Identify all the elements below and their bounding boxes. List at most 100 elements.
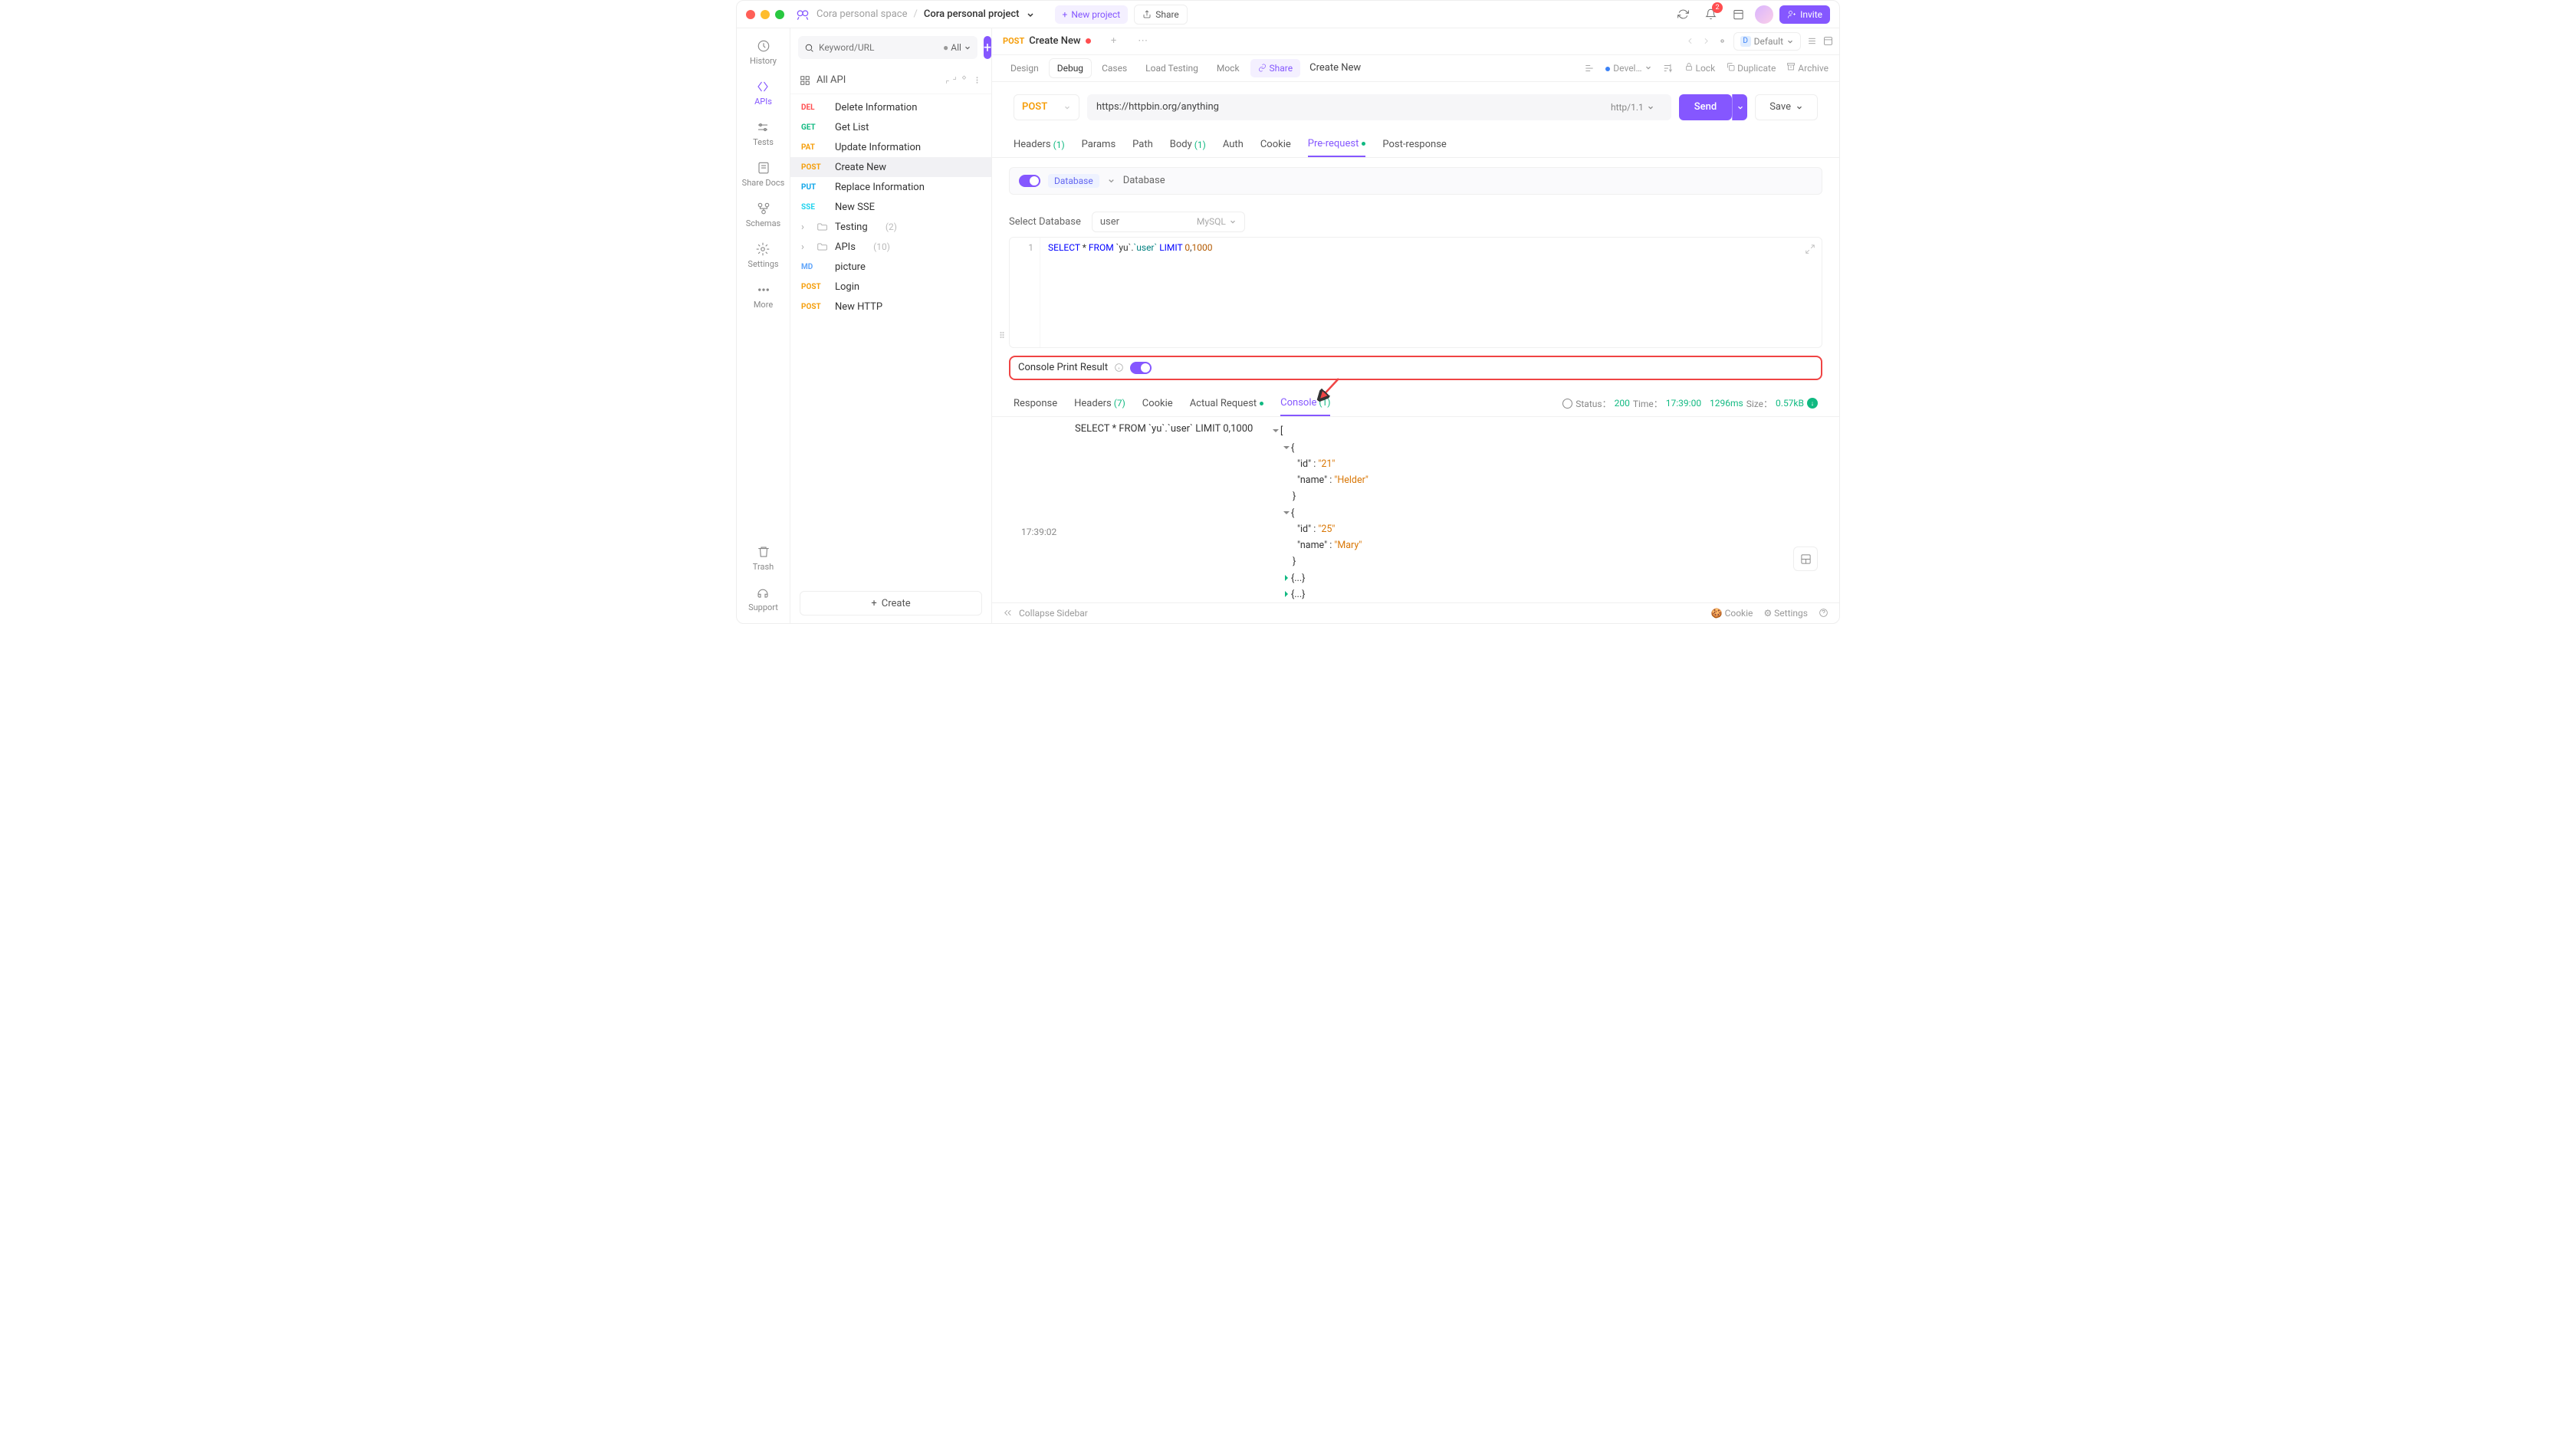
footer-settings[interactable]: ⚙ Settings xyxy=(1763,608,1808,619)
tree-item[interactable]: GETGet List xyxy=(790,117,991,137)
new-project-button[interactable]: +New project xyxy=(1055,5,1129,24)
resptab-console[interactable]: Console(1) xyxy=(1280,391,1330,417)
expand-icon[interactable] xyxy=(1805,244,1815,254)
resptab-cookie[interactable]: Cookie xyxy=(1142,391,1173,417)
sql-editor[interactable]: 1 SELECT * FROM `yu`.`user` LIMIT 0,1000 xyxy=(1009,237,1822,348)
subtab-mock[interactable]: Mock xyxy=(1209,59,1247,77)
subtab-debug[interactable]: Debug xyxy=(1050,59,1091,77)
chevron-down-icon[interactable] xyxy=(1107,176,1116,185)
search-icon xyxy=(804,43,814,53)
reqtab-pre-request[interactable]: Pre-request xyxy=(1308,133,1366,157)
reqtab-body[interactable]: Body(1) xyxy=(1170,133,1206,157)
add-button[interactable]: + xyxy=(984,36,991,59)
duplicate-button[interactable]: Duplicate xyxy=(1726,62,1776,74)
share-button[interactable]: Share xyxy=(1134,5,1188,25)
send-button[interactable]: Send xyxy=(1679,94,1732,120)
subtab-load[interactable]: Load Testing xyxy=(1138,59,1206,77)
rail-share-docs[interactable]: Share Docs xyxy=(742,161,785,188)
diamond-icon[interactable] xyxy=(959,75,969,85)
resptab-headers[interactable]: Headers(7) xyxy=(1074,391,1125,417)
create-button[interactable]: +Create xyxy=(800,591,982,615)
resptab-actual[interactable]: Actual Request xyxy=(1190,391,1263,417)
tree-item[interactable]: POSTNew HTTP xyxy=(790,297,991,317)
save-button[interactable]: Save xyxy=(1755,94,1818,120)
reqtab-auth[interactable]: Auth xyxy=(1223,133,1244,157)
reqtab-post-response[interactable]: Post-response xyxy=(1382,133,1446,157)
tree-item[interactable]: POSTCreate New xyxy=(790,157,991,177)
grid-icon xyxy=(800,75,810,86)
tab-create-new[interactable]: POST Create New xyxy=(998,28,1096,54)
tree-folder[interactable]: ›Testing (2) xyxy=(790,217,991,237)
resptab-response[interactable]: Response xyxy=(1014,391,1057,417)
tree-folder[interactable]: ›APIs (10) xyxy=(790,237,991,257)
tree-item[interactable]: PUTReplace Information xyxy=(790,177,991,197)
footer-cookie[interactable]: 🍪 Cookie xyxy=(1711,608,1753,619)
console-print-result-toggle[interactable]: Console Print Result xyxy=(1009,356,1822,380)
panel-icon[interactable] xyxy=(1823,36,1833,46)
refresh-icon[interactable] xyxy=(946,75,956,85)
lock-button[interactable]: Lock xyxy=(1684,62,1716,74)
window-controls[interactable] xyxy=(746,10,784,19)
reqtab-cookie[interactable]: Cookie xyxy=(1260,133,1291,157)
globe-icon xyxy=(1562,399,1572,409)
send-dropdown[interactable] xyxy=(1732,94,1747,120)
subtab-design[interactable]: Design xyxy=(1003,59,1046,77)
sync-icon[interactable] xyxy=(1672,4,1694,25)
collapse-sidebar-icon[interactable] xyxy=(1003,608,1013,618)
layout-toggle-button[interactable] xyxy=(1793,547,1818,571)
chevron-left-icon[interactable] xyxy=(1685,36,1695,46)
chevron-down-icon xyxy=(1786,38,1794,45)
env-badge[interactable]: Devel… xyxy=(1605,63,1651,74)
bell-icon[interactable]: 2 xyxy=(1700,4,1721,25)
tree-item[interactable]: MDpicture xyxy=(790,257,991,277)
sort-icon[interactable] xyxy=(1663,63,1674,74)
archive-button[interactable]: Archive xyxy=(1786,62,1829,74)
subtab-share[interactable]: Share xyxy=(1250,59,1301,77)
breadcrumb-project[interactable]: Cora personal project xyxy=(924,8,1020,20)
url-input[interactable]: https://httpbin.org/anything http/1.1 xyxy=(1087,94,1671,120)
method-select[interactable]: POST xyxy=(1014,94,1079,120)
calendar-icon[interactable] xyxy=(1727,4,1749,25)
help-icon[interactable] xyxy=(1819,608,1829,618)
rail-tests[interactable]: Tests xyxy=(753,120,774,147)
search-input[interactable]: ●All xyxy=(798,36,978,59)
database-select[interactable]: user MySQL xyxy=(1092,212,1245,232)
protocol-selector[interactable]: http/1.1 xyxy=(1611,102,1662,113)
tree-item[interactable]: POSTLogin xyxy=(790,277,991,297)
all-api-row[interactable]: All API xyxy=(790,67,991,94)
collapse-icon[interactable] xyxy=(1584,63,1595,74)
chevron-right-icon[interactable] xyxy=(1701,36,1711,46)
tree-item[interactable]: SSENew SSE xyxy=(790,197,991,217)
user-plus-icon xyxy=(1787,10,1796,19)
gear-icon[interactable] xyxy=(1717,36,1727,46)
reqtab-params[interactable]: Params xyxy=(1082,133,1116,157)
rail-support[interactable]: Support xyxy=(748,586,778,612)
tree-item[interactable]: DELDelete Information xyxy=(790,97,991,117)
chevron-down-icon[interactable] xyxy=(1026,10,1035,19)
drag-handle-icon[interactable] xyxy=(997,330,1007,340)
avatar[interactable] xyxy=(1755,5,1773,24)
new-tab-button[interactable]: + xyxy=(1103,31,1125,52)
rail-apis[interactable]: APIs xyxy=(754,80,772,107)
tree-item[interactable]: PATUpdate Information xyxy=(790,137,991,157)
subtab-cases[interactable]: Cases xyxy=(1094,59,1135,77)
rail-history[interactable]: History xyxy=(750,39,777,66)
environment-selector[interactable]: DDefault xyxy=(1733,32,1801,51)
invite-button[interactable]: Invite xyxy=(1779,5,1830,24)
collapse-sidebar-button[interactable]: Collapse Sidebar xyxy=(1019,608,1088,619)
filter-dropdown[interactable]: ●All xyxy=(943,42,971,53)
reqtab-headers[interactable]: Headers(1) xyxy=(1014,133,1065,157)
link-icon xyxy=(1258,64,1267,72)
breadcrumb-workspace[interactable]: Cora personal space xyxy=(816,8,907,20)
rail-schemas[interactable]: Schemas xyxy=(746,202,781,228)
menu-icon[interactable] xyxy=(1807,36,1817,46)
more-icon[interactable] xyxy=(972,75,982,85)
rail-more[interactable]: More xyxy=(754,283,773,310)
rail-trash[interactable]: Trash xyxy=(753,545,774,572)
download-icon[interactable]: ↓ xyxy=(1807,398,1818,409)
tab-more-button[interactable]: ⋯ xyxy=(1132,31,1154,52)
script-type-chip[interactable]: Database xyxy=(1048,174,1099,188)
reqtab-path[interactable]: Path xyxy=(1132,133,1153,157)
rail-settings[interactable]: Settings xyxy=(748,242,778,269)
script-toggle[interactable] xyxy=(1019,175,1040,187)
